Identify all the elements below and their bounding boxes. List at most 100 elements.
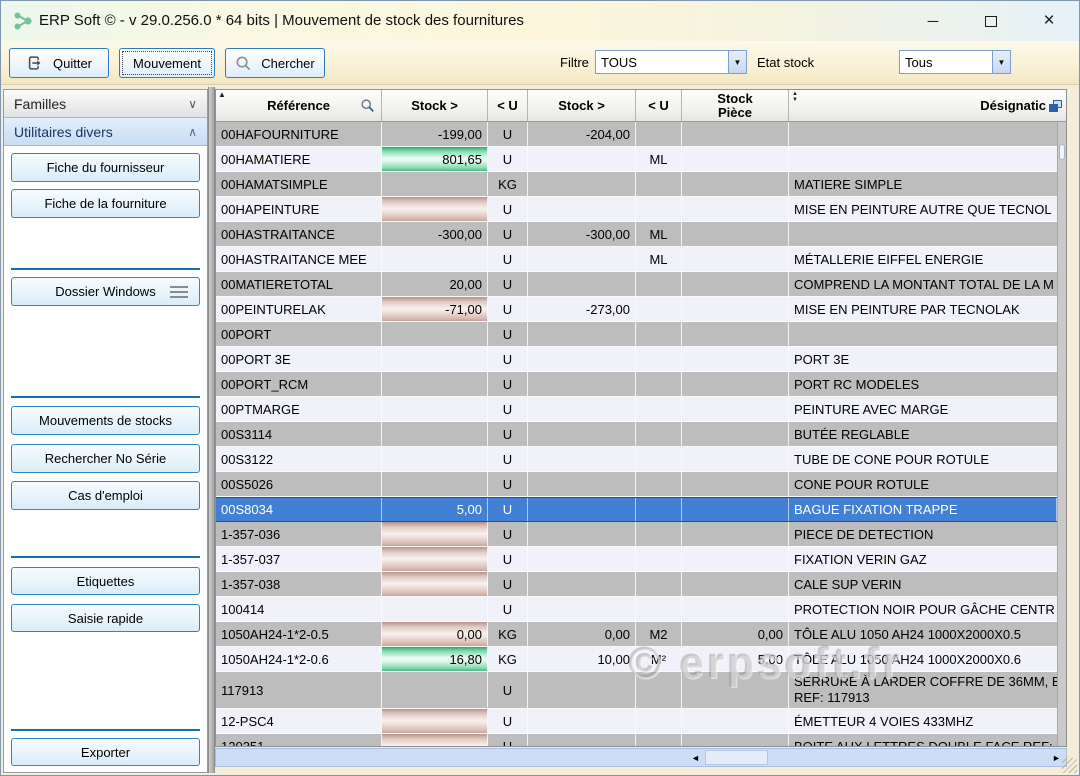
table-cell[interactable] (382, 522, 488, 547)
table-cell[interactable]: KG (488, 172, 528, 197)
table-cell[interactable] (382, 472, 488, 497)
column-header-reference[interactable]: ▲ Référence (216, 90, 382, 121)
horizontal-scrollbar[interactable]: ◄ ► (215, 748, 1067, 767)
table-cell[interactable] (682, 547, 789, 572)
table-cell[interactable]: 00HAPEINTURE (216, 197, 382, 222)
table-row[interactable]: 1-357-036UPIECE DE DETECTION (216, 522, 1057, 547)
table-cell[interactable]: 00S5026 (216, 472, 382, 497)
table-cell[interactable]: U (488, 222, 528, 247)
table-cell[interactable] (382, 172, 488, 197)
table-row[interactable]: 00PORTU (216, 322, 1057, 347)
table-cell[interactable] (682, 597, 789, 622)
table-cell[interactable]: U (488, 397, 528, 422)
scroll-left-arrow[interactable]: ◄ (688, 750, 703, 765)
table-cell[interactable] (789, 147, 1057, 172)
table-cell[interactable]: U (488, 734, 528, 746)
table-cell[interactable]: U (488, 522, 528, 547)
table-cell[interactable]: KG (488, 647, 528, 672)
table-row[interactable]: 00S80345,00UBAGUE FIXATION TRAPPE (216, 497, 1057, 522)
table-cell[interactable] (682, 522, 789, 547)
table-cell[interactable] (682, 122, 789, 147)
table-cell[interactable] (528, 447, 636, 472)
table-row[interactable]: 00PORT 3EUPORT 3E (216, 347, 1057, 372)
table-cell[interactable]: PROTECTION NOIR POUR GÂCHE CENTR (789, 597, 1057, 622)
filtre-dropdown[interactable]: TOUS ▼ (595, 50, 747, 74)
table-cell[interactable] (682, 247, 789, 272)
table-cell[interactable] (682, 372, 789, 397)
chevron-down-icon[interactable]: ▼ (992, 51, 1010, 73)
table-row[interactable]: 1-357-037UFIXATION VERIN GAZ (216, 547, 1057, 572)
table-cell[interactable] (636, 122, 682, 147)
table-cell[interactable] (382, 572, 488, 597)
table-cell[interactable] (382, 734, 488, 746)
table-cell[interactable] (528, 247, 636, 272)
table-cell[interactable] (682, 322, 789, 347)
table-cell[interactable]: M² (636, 647, 682, 672)
table-cell[interactable] (636, 572, 682, 597)
chercher-button[interactable]: Chercher (225, 48, 325, 78)
table-cell[interactable]: U (488, 422, 528, 447)
table-cell[interactable]: U (488, 447, 528, 472)
table-row[interactable]: 100414UPROTECTION NOIR POUR GÂCHE CENTR (216, 597, 1057, 622)
table-cell[interactable]: ML (636, 222, 682, 247)
table-cell[interactable]: 0,00 (382, 622, 488, 647)
table-cell[interactable] (528, 372, 636, 397)
table-cell[interactable] (528, 522, 636, 547)
table-cell[interactable]: PORT 3E (789, 347, 1057, 372)
saisie-rapide-button[interactable]: Saisie rapide (11, 604, 200, 632)
table-cell[interactable] (528, 172, 636, 197)
table-cell[interactable]: U (488, 247, 528, 272)
table-cell[interactable]: 00S3114 (216, 422, 382, 447)
table-cell[interactable]: U (488, 297, 528, 322)
table-cell[interactable]: 801,65 (382, 147, 488, 172)
table-cell[interactable] (789, 222, 1057, 247)
table-cell[interactable] (636, 672, 682, 709)
table-cell[interactable] (682, 422, 789, 447)
table-cell[interactable] (636, 709, 682, 734)
table-cell[interactable] (382, 447, 488, 472)
table-cell[interactable]: -71,00 (382, 297, 488, 322)
column-header-unit2[interactable]: < U (636, 90, 682, 121)
table-cell[interactable] (528, 572, 636, 597)
table-cell[interactable] (636, 297, 682, 322)
table-cell[interactable]: KG (488, 622, 528, 647)
table-cell[interactable]: U (488, 147, 528, 172)
table-cell[interactable] (636, 172, 682, 197)
table-cell[interactable]: 00HAMATIERE (216, 147, 382, 172)
table-row[interactable]: 00S5026UCONE POUR ROTULE (216, 472, 1057, 497)
table-cell[interactable] (382, 247, 488, 272)
table-cell[interactable] (636, 272, 682, 297)
splitter-handle[interactable] (208, 87, 215, 773)
quitter-button[interactable]: Quitter (9, 48, 109, 78)
table-cell[interactable] (682, 297, 789, 322)
close-button[interactable]: × (1033, 9, 1065, 33)
table-cell[interactable] (382, 397, 488, 422)
table-cell[interactable] (528, 672, 636, 709)
table-cell[interactable] (382, 197, 488, 222)
table-cell[interactable] (636, 372, 682, 397)
table-cell[interactable]: 12-PSC4 (216, 709, 382, 734)
table-cell[interactable] (682, 498, 789, 521)
table-cell[interactable]: -300,00 (528, 222, 636, 247)
table-cell[interactable]: 00MATIERETOTAL (216, 272, 382, 297)
table-cell[interactable]: 117913 (216, 672, 382, 709)
table-row[interactable]: 1050AH24-1*2-0.50,00KG0,00M20,00TÔLE ALU… (216, 622, 1057, 647)
table-cell[interactable]: 00PORT 3E (216, 347, 382, 372)
table-cell[interactable]: PORT RC MODELES (789, 372, 1057, 397)
table-cell[interactable] (382, 597, 488, 622)
dossier-windows-button[interactable]: Dossier Windows (11, 277, 200, 306)
table-row[interactable]: 1-357-038UCALE SUP VERIN (216, 572, 1057, 597)
table-cell[interactable]: PEINTURE AVEC MARGE (789, 397, 1057, 422)
table-row[interactable]: 00PEINTURELAK-71,00U-273,00MISE EN PEINT… (216, 297, 1057, 322)
table-cell[interactable]: -199,00 (382, 122, 488, 147)
table-cell[interactable]: MÉTALLERIE EIFFEL ENERGIE (789, 247, 1057, 272)
fiche-fournisseur-button[interactable]: Fiche du fournisseur (11, 153, 200, 182)
table-cell[interactable] (382, 372, 488, 397)
table-row[interactable]: 00HASTRAITANCE-300,00U-300,00ML (216, 222, 1057, 247)
table-cell[interactable] (528, 709, 636, 734)
table-cell[interactable]: BOITE AUX LETTRES DOUBLE FACE REF: (789, 734, 1057, 746)
table-cell[interactable]: U (488, 547, 528, 572)
table-cell[interactable]: BUTÉE REGLABLE (789, 422, 1057, 447)
table-cell[interactable] (636, 734, 682, 746)
table-cell[interactable]: TUBE DE CONE POUR ROTULE (789, 447, 1057, 472)
